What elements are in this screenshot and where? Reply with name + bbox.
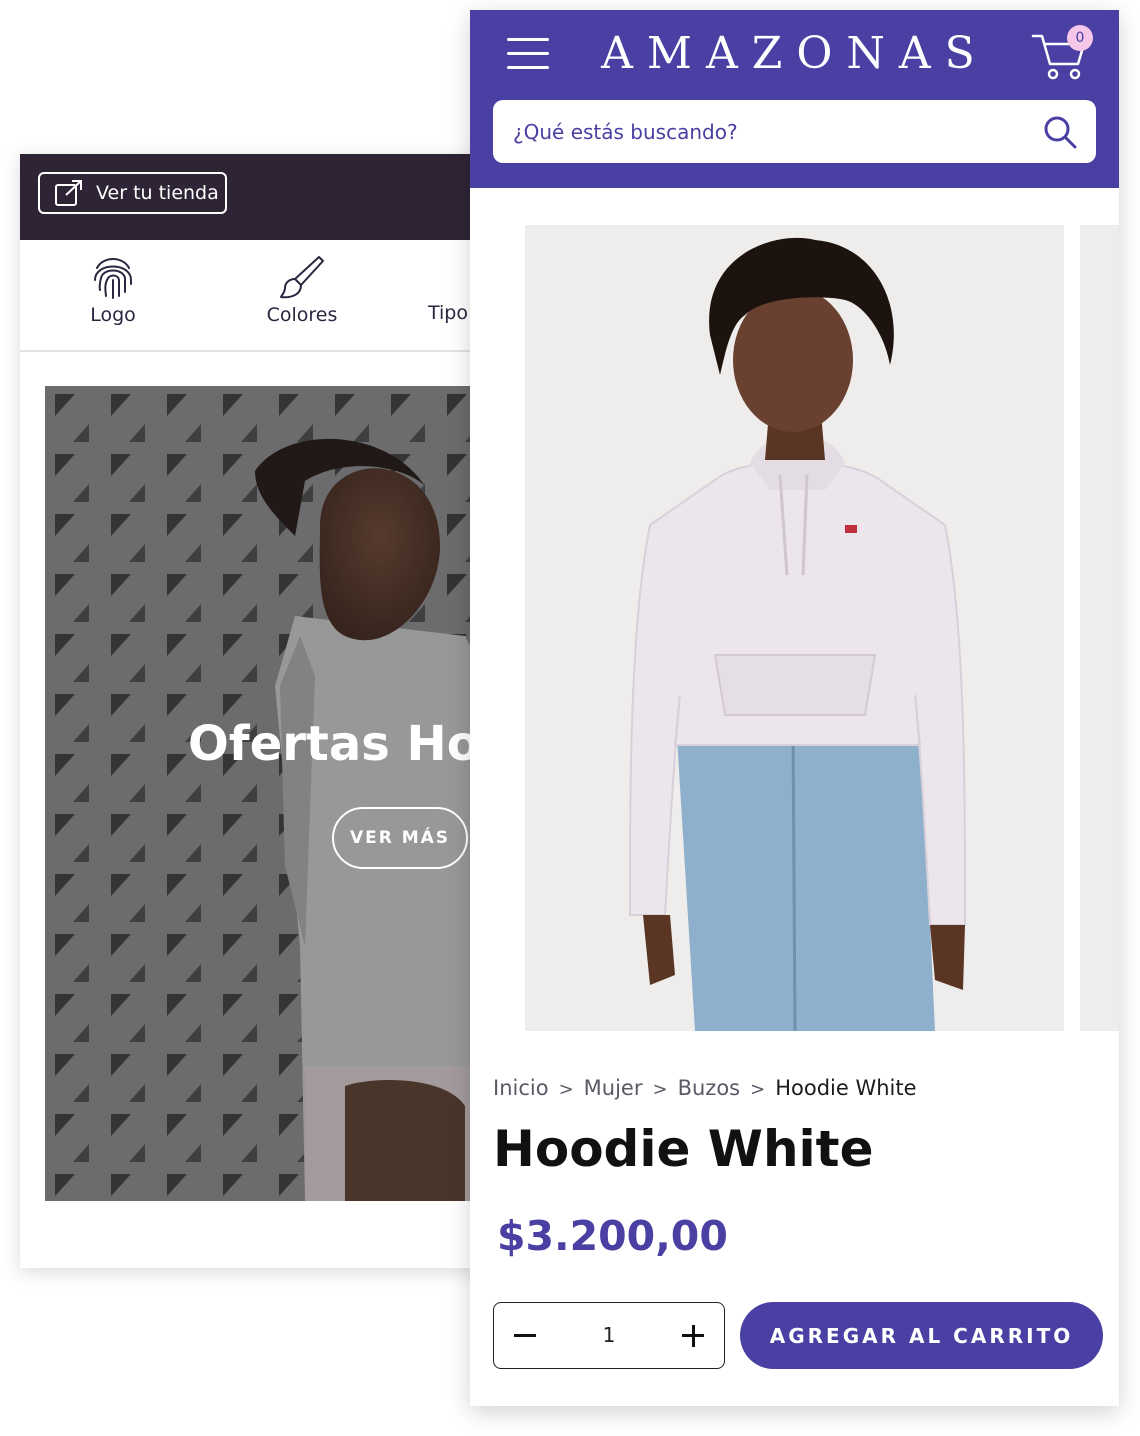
tool-colores[interactable]: Colores [242,254,362,326]
hamburger-menu-icon[interactable] [507,38,549,70]
tool-tipo-label: Tipo [428,302,468,324]
tool-logo-label: Logo [90,304,136,326]
breadcrumb-mujer[interactable]: Mujer [584,1076,643,1100]
breadcrumb-buzos[interactable]: Buzos [678,1076,741,1100]
breadcrumb-inicio[interactable]: Inicio [493,1076,549,1100]
hero-see-more-button[interactable]: VER MÁS [332,807,468,869]
store-brand-logo[interactable]: AMAZONAS [590,28,1000,79]
quantity-value[interactable]: 1 [589,1303,629,1367]
hero-banner: Ofertas Ho VER MÁS [45,386,490,1201]
tool-logo[interactable]: Logo [53,254,173,326]
product-price: $3.200,00 [497,1212,728,1260]
store-editor-panel: Ver tu tienda Logo Colores Tipo Ofertas … [20,154,490,1268]
product-photo [525,225,1064,1031]
product-title: Hoodie White [493,1120,874,1178]
mobile-storefront: AMAZONAS 0 ¿Qué estás buscando? Inicio >… [470,10,1119,1406]
increase-quantity-button[interactable] [674,1317,712,1355]
view-store-label: Ver tu tienda [96,182,219,204]
breadcrumb: Inicio > Mujer > Buzos > Hoodie White [493,1076,917,1100]
tool-tipo[interactable]: Tipo [428,254,468,324]
next-product-image-peek[interactable] [1080,225,1119,1031]
type-icon [428,254,468,302]
view-store-button[interactable]: Ver tu tienda [38,172,227,214]
breadcrumb-separator: > [652,1079,668,1100]
brush-icon [280,256,324,299]
search-bar [493,100,1096,163]
hero-title: Ofertas Ho [188,716,480,772]
product-image[interactable] [525,225,1064,1031]
store-header: AMAZONAS 0 [470,10,1119,188]
breadcrumb-separator: > [750,1079,766,1100]
search-icon[interactable] [1042,114,1078,150]
fingerprint-icon [94,258,132,299]
tool-colores-label: Colores [266,304,338,326]
decrease-quantity-button[interactable] [514,1334,536,1337]
breadcrumb-separator: > [558,1079,574,1100]
search-input[interactable] [511,118,1015,145]
quantity-stepper: 1 [493,1302,725,1369]
cart-count-badge: 0 [1067,25,1093,51]
external-link-icon [55,180,82,206]
editor-tools-row: Logo Colores Tipo [20,240,490,352]
breadcrumb-current: Hoodie White [775,1076,917,1100]
add-to-cart-button[interactable]: AGREGAR AL CARRITO [740,1302,1103,1369]
editor-topbar: Ver tu tienda [20,154,490,240]
hero-background-image [45,386,490,1201]
